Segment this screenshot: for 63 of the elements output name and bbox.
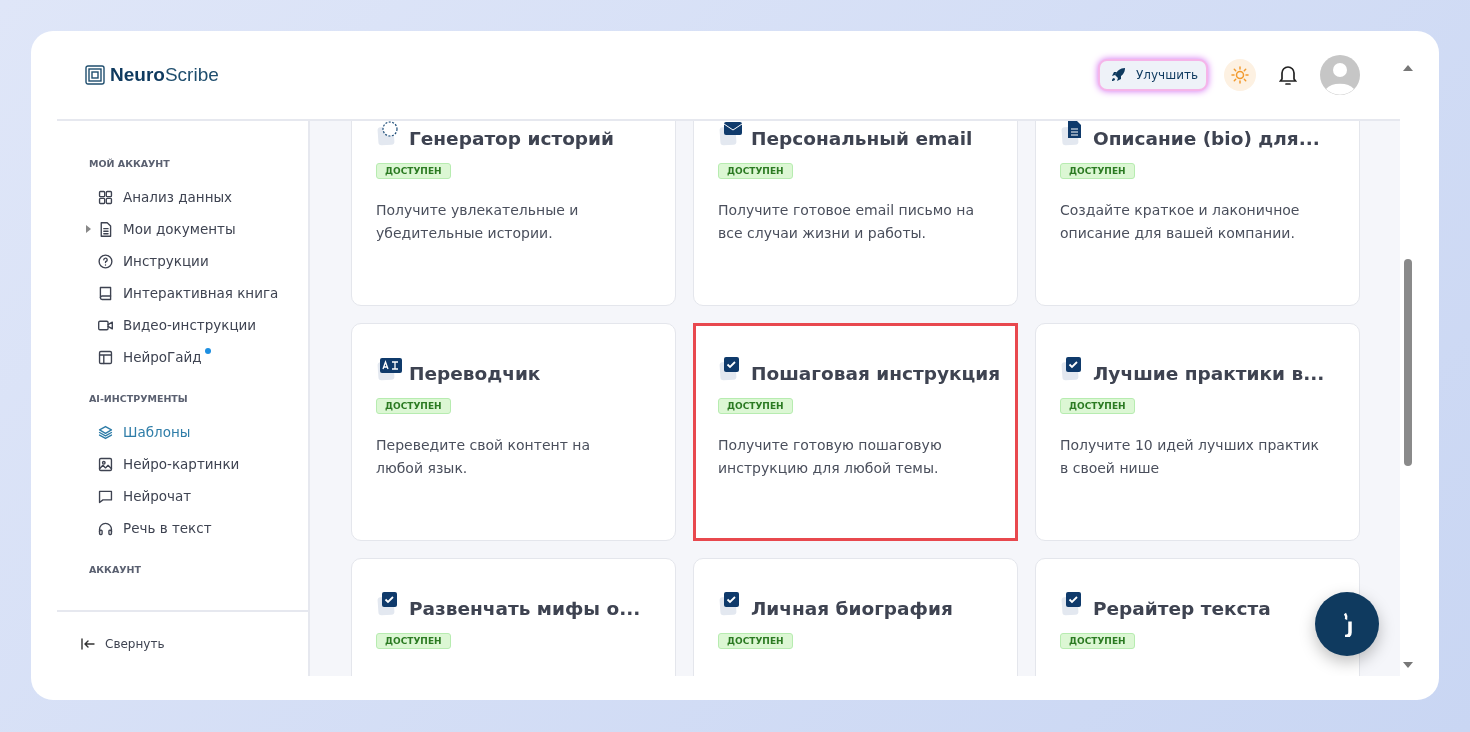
status-badge: ДОСТУПЕН: [376, 163, 451, 179]
card-title: Описание (bio) для...: [1093, 128, 1320, 149]
image-icon: [97, 455, 114, 473]
template-card[interactable]: Лучшие практики в... ДОСТУПЕН Получите 10 идей лучших практик в своей нише: [1035, 323, 1360, 541]
logo-icon: [85, 65, 105, 85]
status-badge: ДОСТУПЕН: [718, 163, 793, 179]
card-description: Получите увлекательные и убедительные истории.: [376, 201, 580, 243]
sidebar-item[interactable]: Интерактивная книга: [89, 277, 308, 309]
bell-icon[interactable]: [1278, 64, 1298, 86]
sidebar-item[interactable]: Нейрочат: [89, 480, 308, 512]
card-title: Развенчать мифы о...: [409, 598, 641, 619]
status-badge: ДОСТУПЕН: [376, 398, 451, 414]
question-icon: [97, 252, 114, 270]
status-badge: ДОСТУПЕН: [1060, 163, 1135, 179]
chat-icon: [1342, 611, 1352, 637]
status-badge: ДОСТУПЕН: [718, 633, 793, 649]
sidebar-item[interactable]: Нейро-картинки: [89, 448, 308, 480]
template-card[interactable]: Описание (bio) для... ДОСТУПЕН Создайте краткое и лаконичное описание для вашей компании.: [1035, 121, 1360, 306]
template-card[interactable]: Пошаговая инструкция ДОСТУПЕН Получите готовую пошаговую инструкцию для любой темы.: [693, 323, 1018, 541]
card-description: Получите 10 идей лучших практик в своей нише: [1060, 436, 1321, 478]
sidebar-item[interactable]: Инструкции: [89, 245, 308, 277]
card-title: Лучшие практики в...: [1093, 363, 1325, 384]
sidebar-item[interactable]: Видео-инструкции: [89, 309, 308, 341]
sidebar-item[interactable]: Шаблоны: [89, 416, 308, 448]
template-card[interactable]: Персональный email ДОСТУПЕН Получите готовое email письмо на все случаи жизни и работы.: [693, 121, 1018, 306]
status-badge: ДОСТУПЕН: [718, 398, 793, 414]
card-title: Переводчик: [409, 363, 541, 384]
card-description: Получите готовое email письмо на все случаи жизни и работы.: [718, 201, 975, 243]
card-title: Генератор историй: [409, 128, 615, 149]
status-badge: ДОСТУПЕН: [376, 633, 451, 649]
layers-icon: [97, 423, 114, 441]
section-heading: AI-ИНСТРУМЕНТЫ: [89, 393, 189, 404]
sun-icon: [1231, 66, 1249, 84]
book-icon: [97, 284, 114, 302]
template-card[interactable]: Развенчать мифы о... ДОСТУПЕН: [351, 558, 676, 676]
translate-icon: [376, 356, 403, 382]
template-card[interactable]: Генератор историй ДОСТУПЕН Получите увлекательные и убедительные истории.: [351, 121, 676, 306]
sidebar-item[interactable]: Речь в текст: [89, 512, 308, 544]
sidebar-item[interactable]: Анализ данных: [89, 181, 308, 213]
status-badge: ДОСТУПЕН: [1060, 398, 1135, 414]
section-heading: МОЙ АККАУНТ: [89, 158, 171, 169]
card-title: Персональный email: [751, 128, 973, 149]
sidebar-item[interactable]: НейроГайд: [89, 341, 308, 373]
template-card[interactable]: Личная биография ДОСТУПЕН: [693, 558, 1018, 676]
upgrade-button[interactable]: Улучшить: [1098, 59, 1208, 91]
theme-toggle-button[interactable]: [1224, 59, 1256, 91]
sidebar-item[interactable]: Мои документы: [89, 213, 308, 245]
layout-icon: [97, 348, 114, 366]
grid-icon: [97, 188, 114, 206]
rocket-icon: [1110, 67, 1126, 83]
card-title: Пошаговая инструкция: [751, 363, 1001, 384]
card-title: Рерайтер текста: [1093, 598, 1271, 619]
collapse-button[interactable]: Свернуть: [81, 637, 165, 651]
status-badge: ДОСТУПЕН: [1060, 633, 1135, 649]
collapse-icon: [81, 638, 95, 650]
section-heading: АККАУНТ: [89, 564, 142, 575]
template-card[interactable]: Переводчик ДОСТУПЕН Переведите свой контент на любой язык.: [351, 323, 676, 541]
card-description: Получите готовую пошаговую инструкцию для любой темы.: [718, 436, 943, 478]
logo-text: NeuroScribe: [110, 64, 219, 86]
card-title: Личная биография: [751, 598, 953, 619]
card-description: Создайте краткое и лаконичное описание для вашей компании.: [1060, 201, 1301, 243]
template-card[interactable]: Рерайтер текста ДОСТУПЕН: [1035, 558, 1360, 676]
card-description: Переведите свой контент на любой язык.: [376, 436, 591, 478]
